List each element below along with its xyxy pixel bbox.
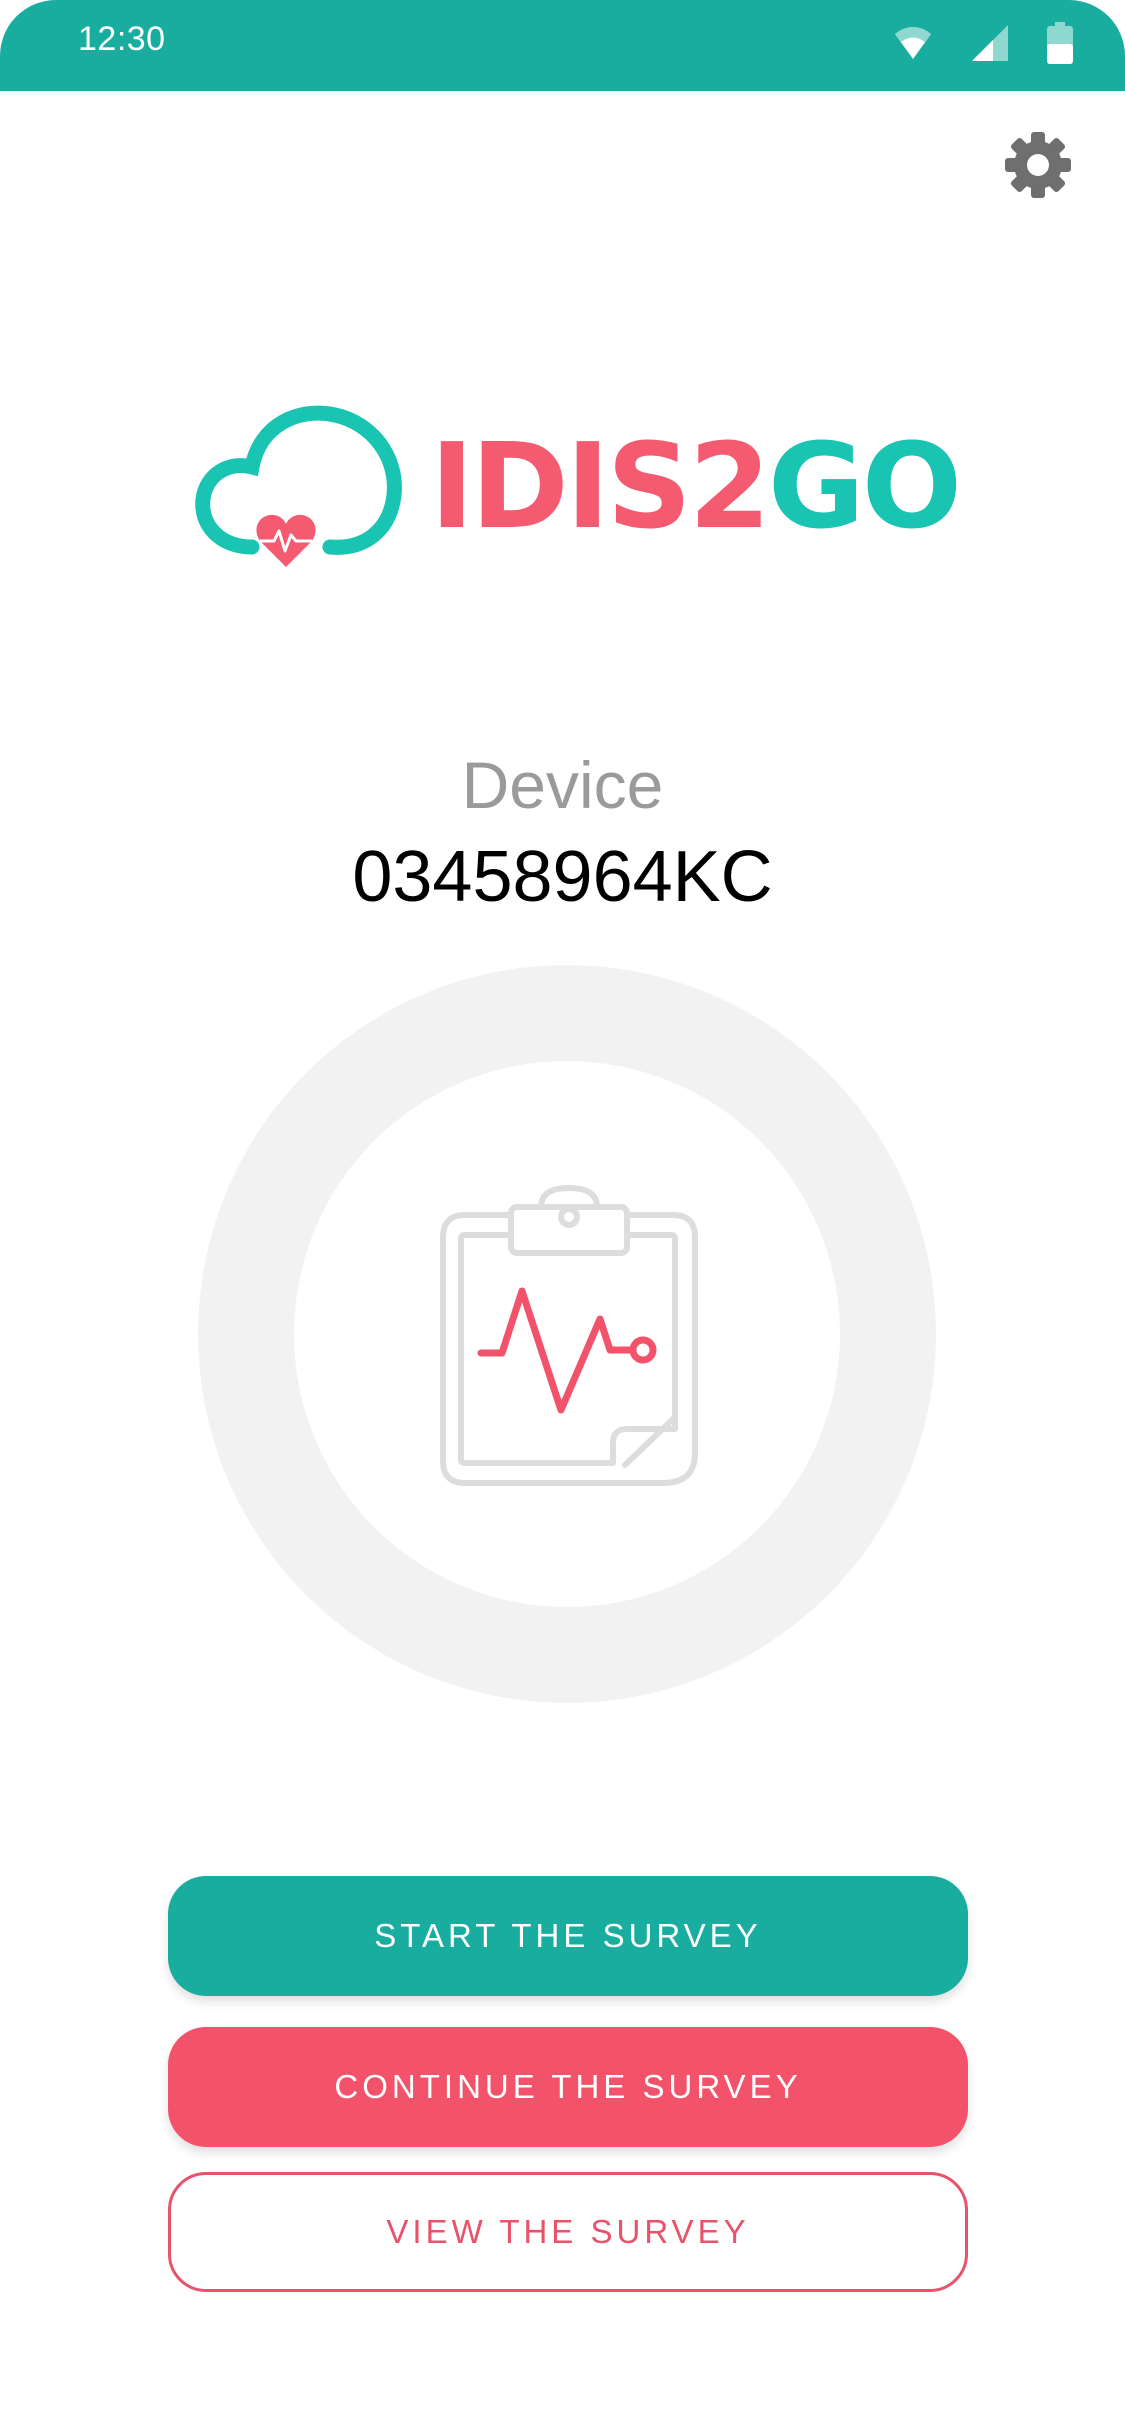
logo-wordmark: IDIS2GO [430, 427, 962, 545]
continue-survey-button[interactable]: CONTINUE THE SURVEY [168, 2027, 968, 2147]
logo-text-idis2: IDIS2 [430, 417, 771, 555]
view-survey-button[interactable]: VIEW THE SURVEY [168, 2172, 968, 2292]
status-time: 12:30 [78, 20, 166, 58]
start-survey-button[interactable]: START THE SURVEY [168, 1876, 968, 1996]
device-label: Device [461, 748, 664, 822]
battery-icon [1047, 22, 1073, 69]
status-icons [893, 22, 1073, 69]
clipboard-heartbeat-icon [435, 1185, 705, 1490]
logo-text-go: GO [767, 417, 962, 555]
cloud-heart-icon [195, 405, 402, 567]
app-logo: IDIS2GO [190, 395, 962, 575]
device-id: 03458964KC [352, 837, 773, 917]
cellular-signal-icon [971, 24, 1009, 67]
status-bar: 12:30 [0, 0, 1125, 91]
wifi-icon [893, 25, 933, 66]
gear-icon[interactable] [1003, 130, 1073, 200]
